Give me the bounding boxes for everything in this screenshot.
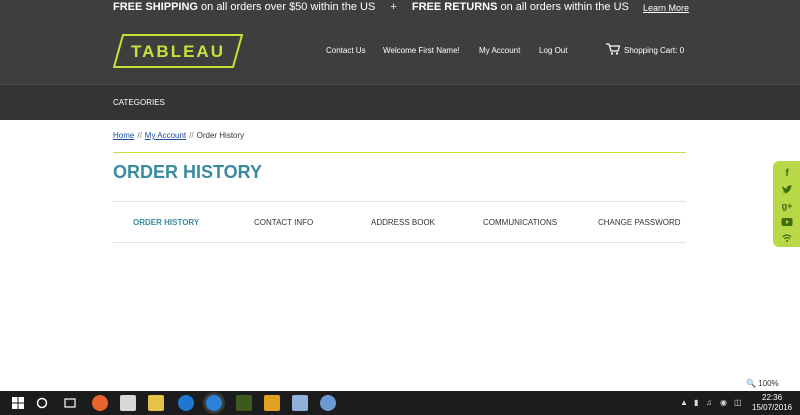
- google-plus-icon[interactable]: g+: [781, 200, 793, 212]
- windows-taskbar: ▲ ▮ ♫ ◉ ◫ 22:36 15/07/2016: [0, 391, 800, 415]
- volume-icon[interactable]: ♫: [706, 398, 712, 407]
- nav-my-account[interactable]: My Account: [479, 46, 520, 55]
- network-icon[interactable]: ▲: [680, 398, 688, 407]
- breadcrumb-separator: //: [137, 131, 142, 140]
- divider: [113, 152, 686, 153]
- mail-icon[interactable]: [120, 395, 136, 411]
- categories-menu[interactable]: CATEGORIES: [113, 98, 165, 107]
- paint-icon[interactable]: [320, 395, 336, 411]
- dreamweaver-icon[interactable]: [236, 395, 252, 411]
- promo-shipping-rest: on all orders over $50 within the US: [197, 1, 376, 13]
- promo-returns-bold: FREE RETURNS: [411, 1, 498, 13]
- page-title: ORDER HISTORY: [113, 162, 263, 182]
- tab-communications[interactable]: COMMUNICATIONS: [483, 218, 557, 227]
- promo-text: FREE SHIPPING on all orders over $50 wit…: [113, 1, 629, 13]
- breadcrumb: Home//My Account//Order History: [113, 131, 244, 140]
- task-view-icon[interactable]: [62, 395, 78, 411]
- file-explorer-icon[interactable]: [148, 395, 164, 411]
- nav-contact-us[interactable]: Contact Us: [326, 46, 366, 55]
- twitter-icon[interactable]: [781, 184, 793, 196]
- learn-more-link[interactable]: Learn More: [643, 3, 689, 13]
- zoom-icon: 🔍: [746, 379, 756, 388]
- tableau-logo[interactable]: TABLEAU: [113, 34, 243, 68]
- promo-plus: +: [390, 1, 397, 13]
- clock-time: 22:36: [762, 393, 783, 402]
- windows-start-icon[interactable]: [10, 395, 26, 411]
- system-clock[interactable]: 22:36 15/07/2016: [752, 393, 792, 413]
- nav-welcome[interactable]: Welcome First Name!: [383, 46, 460, 55]
- search-icon[interactable]: [34, 395, 50, 411]
- logo-text: TABLEAU: [131, 42, 225, 61]
- promo-returns-rest: on all orders within the US: [497, 1, 629, 13]
- outlook-icon[interactable]: [264, 395, 280, 411]
- account-tabs: ORDER HISTORY CONTACT INFO ADDRESS BOOK …: [113, 201, 686, 243]
- internet-explorer-icon[interactable]: [206, 395, 222, 411]
- promo-shipping-bold: FREE SHIPPING: [113, 1, 198, 13]
- notification-icon[interactable]: ◫: [734, 398, 742, 407]
- clock-date: 15/07/2016: [752, 403, 793, 412]
- shopping-cart-icon[interactable]: [606, 43, 620, 55]
- tab-address-book[interactable]: ADDRESS BOOK: [371, 218, 435, 227]
- breadcrumb-my-account[interactable]: My Account: [145, 131, 186, 140]
- tab-contact-info[interactable]: CONTACT INFO: [254, 218, 313, 227]
- rss-icon[interactable]: [781, 231, 793, 243]
- zoom-level: 100%: [758, 379, 779, 388]
- promo-bar: FREE SHIPPING on all orders over $50 wit…: [0, 0, 800, 17]
- tab-order-history[interactable]: ORDER HISTORY: [133, 218, 199, 227]
- document-icon[interactable]: [292, 395, 308, 411]
- breadcrumb-separator: //: [189, 131, 194, 140]
- site-header: TABLEAU Contact Us Welcome First Name! M…: [0, 17, 800, 84]
- nav-log-out[interactable]: Log Out: [539, 46, 567, 55]
- nav-shopping-cart[interactable]: Shopping Cart: 0: [624, 46, 684, 55]
- zoom-indicator[interactable]: 🔍 100%: [746, 379, 779, 388]
- wifi-icon[interactable]: ◉: [720, 398, 727, 407]
- categories-bar: CATEGORIES: [0, 84, 800, 120]
- edge-icon[interactable]: [178, 395, 194, 411]
- app-icon[interactable]: [92, 395, 108, 411]
- breadcrumb-current: Order History: [196, 131, 245, 140]
- youtube-icon[interactable]: [781, 216, 793, 228]
- breadcrumb-home[interactable]: Home: [113, 131, 134, 140]
- battery-icon[interactable]: ▮: [694, 398, 698, 407]
- social-sidebar: f g+: [773, 161, 800, 247]
- facebook-icon[interactable]: f: [781, 168, 793, 180]
- tab-change-password[interactable]: CHANGE PASSWORD: [598, 218, 681, 227]
